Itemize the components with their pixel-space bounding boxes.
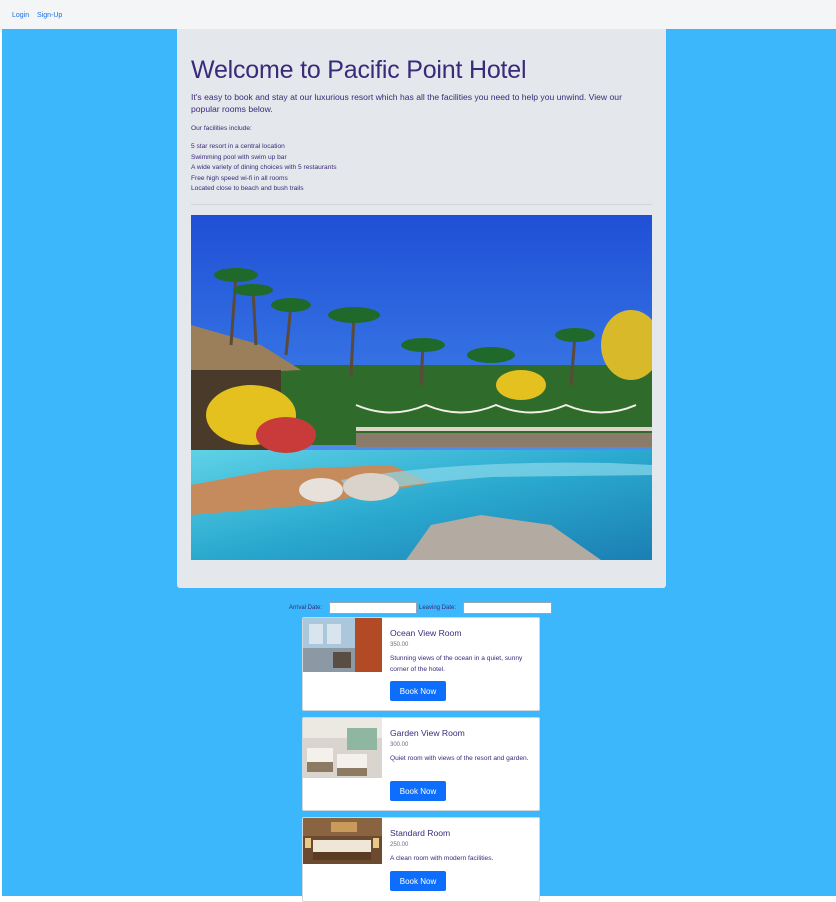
room-thumbnail bbox=[303, 818, 382, 864]
signup-link[interactable]: Sign-Up bbox=[37, 12, 62, 19]
login-link[interactable]: Login bbox=[12, 12, 29, 19]
arrival-date-input[interactable] bbox=[329, 602, 417, 614]
room-thumbnail bbox=[303, 618, 382, 672]
leaving-date-label: Leaving Date: bbox=[419, 605, 457, 611]
page-title: Welcome to Pacific Point Hotel bbox=[191, 56, 527, 84]
top-navbar: Login Sign-Up bbox=[0, 0, 836, 30]
room-price: 300.00 bbox=[390, 742, 409, 748]
room-description: Quiet room with views of the resort and … bbox=[390, 755, 529, 762]
facility-item: 5 star resort in a central location bbox=[191, 143, 285, 150]
room-card: Garden View Room 300.00 Quiet room with … bbox=[302, 717, 540, 811]
room-description: Stunning views of the ocean in a quiet, … bbox=[390, 655, 523, 673]
room-name: Garden View Room bbox=[390, 728, 465, 738]
leaving-date-input[interactable] bbox=[463, 602, 552, 614]
book-now-button[interactable]: Book Now bbox=[390, 681, 446, 701]
room-price: 350.00 bbox=[390, 642, 409, 648]
intro-text: It's easy to book and stay at our luxuri… bbox=[191, 92, 622, 114]
facility-item: Swimming pool with swim up bar bbox=[191, 153, 287, 161]
facilities-heading: Our facilities include: bbox=[191, 125, 252, 132]
book-now-button[interactable]: Book Now bbox=[390, 781, 446, 801]
room-card: Standard Room 250.00 A clean room with m… bbox=[302, 817, 540, 902]
facility-item: Free high speed wi-fi in all rooms bbox=[191, 174, 288, 182]
room-name: Standard Room bbox=[390, 828, 451, 838]
welcome-jumbotron: Welcome to Pacific Point Hotel It's easy… bbox=[177, 29, 666, 588]
room-name: Ocean View Room bbox=[390, 628, 462, 638]
room-description: A clean room with modern facilities. bbox=[390, 855, 494, 862]
book-now-button[interactable]: Book Now bbox=[390, 871, 446, 891]
arrival-date-label: Arrival Date: bbox=[289, 605, 323, 611]
room-card: Ocean View Room 350.00 Stunning views of… bbox=[302, 617, 540, 711]
resort-pool-image bbox=[191, 215, 652, 560]
facility-item: Located close to beach and bush trails bbox=[191, 185, 304, 193]
section-divider bbox=[191, 204, 652, 205]
room-price: 250.00 bbox=[390, 842, 409, 848]
room-thumbnail bbox=[303, 718, 382, 778]
facility-item: A wide variety of dining choices with 5 … bbox=[191, 164, 337, 172]
facilities-list: 5 star resort in a central location Swim… bbox=[191, 142, 337, 195]
